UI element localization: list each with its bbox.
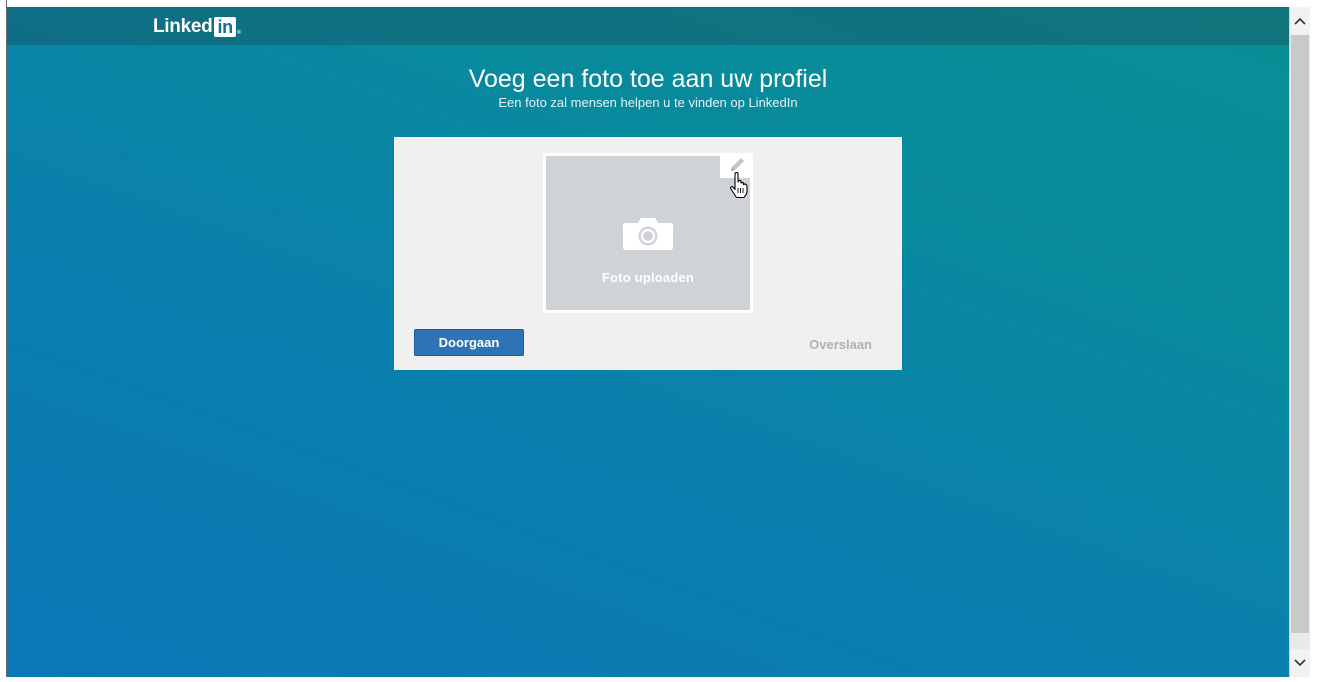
top-header-bar: Linked in ® (7, 7, 1289, 45)
chevron-up-icon (1294, 17, 1306, 25)
skip-link[interactable]: Overslaan (809, 337, 872, 352)
linkedin-logo[interactable]: Linked in ® (153, 16, 241, 38)
window-right-edge (1310, 0, 1322, 677)
logo-registered-mark: ® (236, 30, 241, 36)
upload-photo-label: Foto uploaden (601, 270, 695, 285)
window-top-edge (0, 0, 1310, 7)
page-viewport: Linked in ® Voeg een foto toe aan uw pro… (7, 7, 1289, 677)
chevron-down-icon (1294, 659, 1306, 667)
page-subtitle: Een foto zal mensen helpen u te vinden o… (498, 95, 798, 110)
continue-button[interactable]: Doorgaan (414, 329, 524, 356)
logo-text: Linked (153, 16, 213, 37)
camera-icon (623, 218, 673, 250)
window-left-border (0, 0, 7, 677)
scroll-up-button[interactable] (1290, 7, 1310, 35)
vertical-scrollbar[interactable] (1289, 7, 1310, 677)
browser-window: Linked in ® Voeg een foto toe aan uw pro… (0, 0, 1322, 677)
photo-upload-card: Foto uploaden Doorgaan Overslaan (394, 137, 902, 370)
photo-upload-area[interactable]: Foto uploaden (543, 153, 753, 313)
logo-in-box: in (214, 17, 236, 37)
scroll-down-button[interactable] (1290, 649, 1310, 677)
scrollbar-thumb[interactable] (1291, 35, 1309, 633)
page-title: Voeg een foto toe aan uw profiel (468, 65, 828, 93)
edit-photo-button[interactable] (720, 153, 753, 178)
pencil-icon (731, 158, 744, 171)
